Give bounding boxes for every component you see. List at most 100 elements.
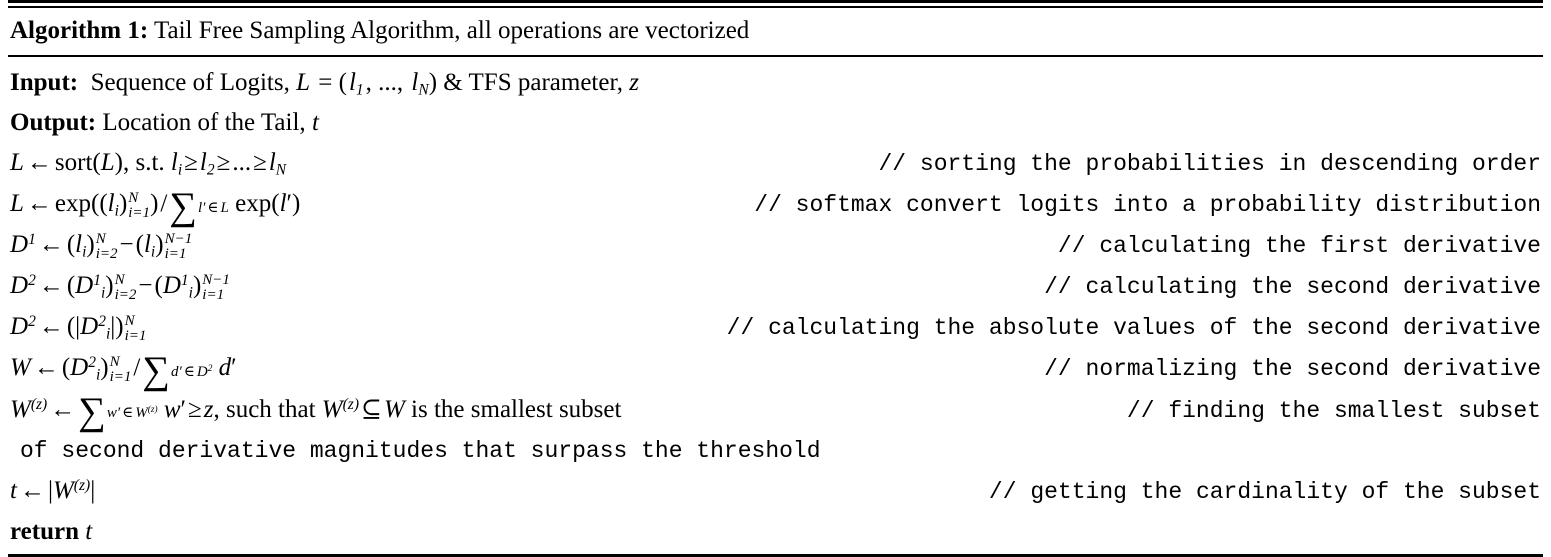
sort-function: sort: [54, 149, 93, 176]
return-var-t: t: [85, 517, 93, 545]
sort-dots: ...: [232, 149, 252, 176]
input-var-L: L: [296, 69, 311, 96]
output-text: Location of the Tail,: [102, 109, 306, 136]
input-equals-open: = (: [318, 69, 347, 96]
wz-sum-index: w′ ∈ W(z): [106, 405, 158, 422]
algorithm-caption-title: Tail Free Sampling Algorithm, all operat…: [153, 17, 750, 44]
wz-z: z: [203, 395, 214, 423]
return-keyword: return: [10, 517, 79, 545]
wz-lhs-W: W: [10, 395, 31, 423]
wz-subset-W: W: [321, 395, 343, 423]
comment-softmax: // softmax convert logits into a probabi…: [754, 192, 1541, 218]
d2-limits-b: N−1 i=1: [202, 271, 230, 304]
sort-l-i: l: [170, 149, 178, 176]
d2-arg-a: D: [75, 272, 94, 300]
sort-lhs-L: L: [10, 149, 24, 176]
abs-limits: Ni=1: [124, 312, 147, 345]
smallest-subset-expression: W(z) ← ∑ w′ ∈ W(z) w′≥z, such that W(z)⊆W is …: [10, 390, 622, 434]
sort-expression: L ← sort(L), s.t. li≥l2≥...≥lN: [10, 149, 287, 179]
card-arrow: ←: [19, 476, 45, 504]
softmax-l-prime: l: [279, 190, 287, 217]
d2-minus: −: [138, 272, 153, 300]
sort-ge-1: ≥: [184, 149, 198, 176]
wz-tail-text: is the smallest subset: [411, 395, 622, 423]
softmax-sum-index: l′ ∈ L: [197, 199, 229, 216]
softmax-expression: L ← exp((li) Ni=1)/∑ l′ ∈ L exp(l′): [10, 184, 301, 228]
softmax-exp-fn-2: exp: [235, 190, 272, 217]
algorithm-line-return: return t: [10, 512, 1541, 552]
wz-ge: ≥: [188, 395, 202, 423]
sort-l-2: l: [199, 149, 207, 176]
norm-arg-D: D: [70, 354, 89, 382]
algorithm-caption-label: Algorithm 1:: [10, 17, 149, 44]
wz-w-prime: w: [163, 395, 181, 423]
norm-arrow: ←: [33, 354, 59, 382]
output-var-t: t: [311, 109, 319, 136]
norm-lhs-W: W: [10, 354, 31, 382]
card-W: W: [52, 476, 74, 504]
output-expression: Output: Location of the Tail, t: [10, 103, 319, 143]
softmax-sigma: ∑: [169, 184, 197, 228]
d1-minus: −: [119, 231, 134, 259]
algorithm-line-first-derivative: D1 ← (li) Ni=2 −(li) N−1 i=1 // calculating th…: [10, 225, 1541, 266]
softmax-arrow: ←: [26, 190, 52, 217]
softmax-limit-bottom: i=1: [128, 205, 151, 222]
algorithm-line-second-derivative: D2 ← (D1i) Ni=2 −(D1i) N−1 i=1 // calculating …: [10, 266, 1541, 307]
sort-ge-2: ≥: [216, 149, 231, 176]
softmax-l: l: [107, 190, 115, 217]
algorithm-body: Input: Sequence of Logits, L = (l1, ...,…: [8, 57, 1543, 554]
d2-lhs: D: [10, 272, 29, 300]
norm-limits: Ni=1: [109, 353, 132, 386]
input-var-l1-sub: 1: [355, 81, 364, 99]
absolute-values-expression: D2 ← (|D2i|) Ni=1: [10, 312, 147, 345]
abs-lhs: D: [10, 313, 29, 341]
d2-lhs-sup: 2: [28, 272, 36, 290]
algorithm-line-absolute-values: D2 ← (|D2i|) Ni=1 // calculating the absolu…: [10, 307, 1541, 348]
abs-arg: D: [80, 313, 99, 341]
algorithm-line-cardinality: t ← |W(z)| // getting the cardinality of t…: [10, 471, 1541, 512]
comment-first-derivative: // calculating the first derivative: [1057, 233, 1541, 260]
norm-sigma: ∑: [142, 349, 170, 393]
abs-lhs-sup: 2: [28, 313, 36, 331]
d1-lhs-sup: 1: [28, 231, 36, 249]
wz-lhs-sup: (z): [30, 395, 48, 413]
card-W-sup: (z): [73, 476, 91, 494]
card-lhs-t: t: [10, 476, 17, 504]
first-derivative-expression: D1 ← (li) Ni=2 −(li) N−1 i=1: [10, 230, 193, 263]
sort-l-N-sub: N: [275, 161, 287, 179]
wz-superset-W: W: [383, 395, 405, 423]
sort-arg-L: L: [100, 149, 115, 176]
input-var-l1: l: [348, 69, 356, 96]
algorithm-line-softmax: L ← exp((li) Ni=1)/∑ l′ ∈ L exp(l′) // softmax…: [10, 184, 1541, 228]
wz-summation: ∑ w′ ∈ W(z): [78, 390, 158, 434]
wz-arrow: ←: [50, 395, 76, 423]
sort-ge-3: ≥: [253, 149, 267, 176]
input-line: Input: Sequence of Logits, L = (l1, ...,…: [10, 63, 1541, 103]
input-text-a: Sequence of Logits,: [90, 69, 290, 96]
bottom-rule: [8, 553, 1543, 557]
norm-divide: /: [133, 354, 141, 382]
algorithm-caption: Algorithm 1: Tail Free Sampling Algorith…: [8, 8, 1543, 55]
normalize-expression: W ← (D2i) Ni=1/∑ d′ ∈ D2 d′: [10, 349, 237, 393]
output-line: Output: Location of the Tail, t: [10, 103, 1541, 143]
wz-sigma: ∑: [78, 390, 106, 434]
abs-arrow: ←: [38, 313, 64, 341]
softmax-lhs-L: L: [10, 190, 24, 217]
comment-sort: // sorting the probabilities in descendi…: [878, 151, 1541, 177]
softmax-limit-top: N: [128, 189, 139, 206]
sort-l-2-sub: 2: [206, 161, 215, 179]
softmax-divide: /: [160, 190, 168, 217]
algorithm-block: Algorithm 1: Tail Free Sampling Algorith…: [0, 0, 1551, 557]
wz-subset-symbol: ⊆: [361, 395, 382, 423]
input-expression: Input: Sequence of Logits, L = (l1, ...,…: [10, 63, 639, 103]
algorithm-line-smallest-subset: W(z) ← ∑ w′ ∈ W(z) w′≥z, such that W(z)⊆W is …: [10, 390, 1541, 434]
input-text-b: & TFS parameter,: [443, 69, 624, 96]
return-expression: return t: [10, 512, 92, 552]
comment-normalize: // normalizing the second derivative: [1044, 356, 1541, 383]
d2-arg-b: D: [162, 272, 181, 300]
wz-such-that: , such that: [213, 395, 316, 423]
softmax-limits: Ni=1: [128, 189, 151, 222]
norm-sum-index: d′ ∈ D2: [170, 363, 213, 380]
output-label: Output:: [10, 109, 97, 136]
d2-arrow: ←: [38, 272, 64, 300]
